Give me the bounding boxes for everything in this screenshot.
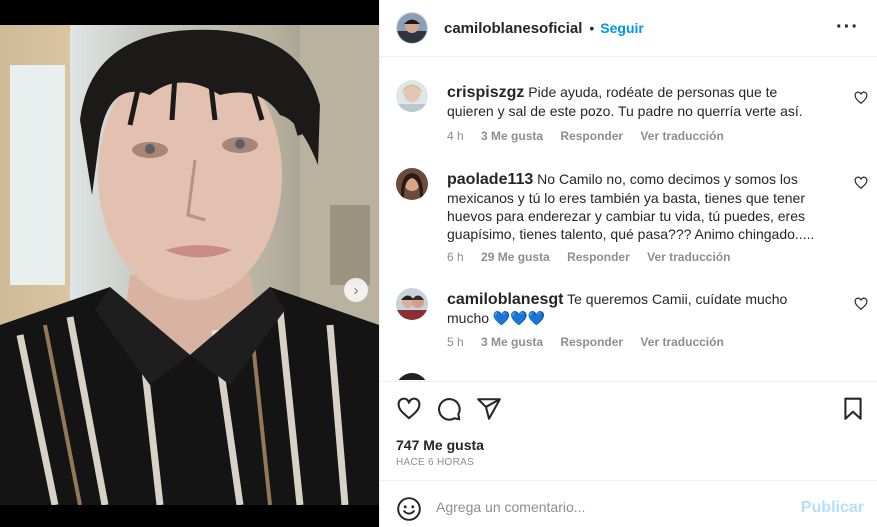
next-photo-button[interactable]: › xyxy=(344,278,368,302)
comment-username[interactable]: paolade113 xyxy=(447,171,533,188)
emoji-icon[interactable] xyxy=(396,496,422,522)
comment-input[interactable] xyxy=(436,499,766,515)
post-timestamp[interactable]: HACE 6 HORAS xyxy=(396,457,474,468)
comment-username[interactable]: camiloblanesgt xyxy=(447,291,563,308)
commenter-avatar[interactable] xyxy=(396,168,428,200)
more-horizontal-icon[interactable]: ··· xyxy=(836,17,859,37)
translate-button[interactable]: Ver traducción xyxy=(640,335,723,349)
translate-button[interactable]: Ver traducción xyxy=(640,129,723,143)
chevron-right-icon: › xyxy=(353,281,359,299)
comment-time[interactable]: 5 h xyxy=(447,335,464,349)
post-media: › xyxy=(0,0,379,527)
author-avatar[interactable] xyxy=(396,12,428,44)
comments-list[interactable]: crispiszgz Pide ayuda, rodéate de person… xyxy=(380,58,877,380)
comment-heart-icon[interactable] xyxy=(854,91,868,105)
comment-heart-icon[interactable] xyxy=(854,176,868,190)
post-actions xyxy=(380,381,877,437)
likes-count[interactable]: 747 Me gusta xyxy=(396,437,484,453)
comment-body: camiloblanesgt Te queremos Camii, cuídat… xyxy=(447,290,827,327)
comment-time[interactable]: 4 h xyxy=(447,129,464,143)
reply-button[interactable]: Responder xyxy=(567,250,630,264)
reply-button[interactable]: Responder xyxy=(560,129,623,143)
comment-body: crispiszgz Pide ayuda, rodéate de person… xyxy=(447,83,827,120)
publish-button[interactable]: Publicar xyxy=(801,499,864,517)
comment-body: paolade113 No Camilo no, como decimos y … xyxy=(447,170,827,243)
post-header: camiloblanesoficial • Seguir ··· xyxy=(380,0,877,57)
comment-meta: 5 h 3 Me gusta Responder Ver traducción xyxy=(447,335,738,349)
reply-button[interactable]: Responder xyxy=(560,335,623,349)
commenter-avatar-partial xyxy=(396,373,428,380)
comment-heart-icon[interactable] xyxy=(854,297,868,311)
author-username[interactable]: camiloblanesoficial xyxy=(444,20,582,37)
comment-likes[interactable]: 3 Me gusta xyxy=(481,129,543,143)
follow-button[interactable]: Seguir xyxy=(600,20,644,36)
comment-time[interactable]: 6 h xyxy=(447,250,464,264)
post-photo-illustration xyxy=(0,25,379,505)
bookmark-icon[interactable] xyxy=(840,396,866,422)
post-sidebar: camiloblanesoficial • Seguir ··· crispis… xyxy=(379,0,877,527)
heart-icon[interactable] xyxy=(396,396,422,422)
comment-username[interactable]: crispiszgz xyxy=(447,84,524,101)
translate-button[interactable]: Ver traducción xyxy=(647,250,730,264)
send-icon[interactable] xyxy=(476,396,502,422)
header-separator: • xyxy=(589,20,595,36)
post-photo[interactable]: › xyxy=(0,25,379,505)
comment-likes[interactable]: 3 Me gusta xyxy=(481,335,543,349)
comment-meta: 4 h 3 Me gusta Responder Ver traducción xyxy=(447,129,738,143)
comment-meta: 6 h 29 Me gusta Responder Ver traducción xyxy=(447,250,744,264)
commenter-avatar[interactable] xyxy=(396,288,428,320)
add-comment-bar: Publicar xyxy=(380,480,877,527)
comment-likes[interactable]: 29 Me gusta xyxy=(481,250,550,264)
commenter-avatar[interactable] xyxy=(396,80,428,112)
comment-icon[interactable] xyxy=(436,396,462,422)
